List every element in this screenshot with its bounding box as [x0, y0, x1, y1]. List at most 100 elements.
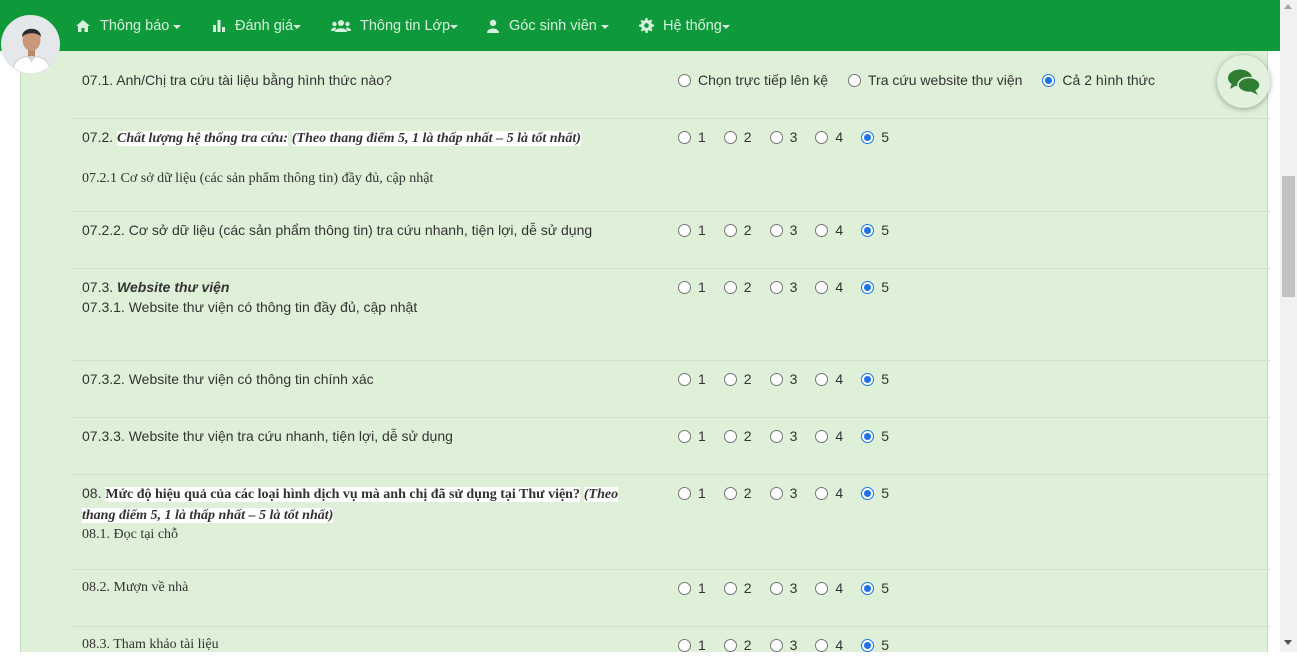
rating-radio-selected[interactable]: 5 — [861, 428, 889, 444]
question-note: (Theo thang điểm 5, 1 là thấp nhất – 5 l… — [291, 131, 581, 146]
radio-circle-icon — [678, 73, 691, 87]
nav-danh-gia[interactable]: Đánh giá — [212, 0, 302, 51]
question-row-07-2: 07.2. Chất lượng hệ thống tra cứu: (Theo… — [72, 119, 1270, 212]
radio-option-selected[interactable]: Cả 2 hình thức — [1042, 72, 1155, 88]
option-label: Tra cứu website thư viện — [868, 72, 1023, 88]
rating-radio-selected[interactable]: 5 — [861, 371, 889, 387]
radio-circle-icon — [723, 638, 737, 652]
answer-options: Chọn trực tiếp lên kệ Tra cứu website th… — [678, 70, 1167, 90]
radio-circle-icon — [815, 130, 829, 144]
rating-value-label: 1 — [698, 129, 706, 145]
avatar-photo-icon — [2, 16, 59, 73]
rating-radio[interactable]: 4 — [815, 428, 843, 444]
rating-radio[interactable]: 1 — [678, 428, 706, 444]
rating-radio[interactable]: 2 — [723, 129, 752, 145]
rating-radio[interactable]: 1 — [678, 371, 706, 387]
radio-circle-icon — [815, 638, 829, 652]
rating-value-label: 5 — [881, 428, 889, 444]
rating-options: 1 2 3 4 5 — [678, 483, 907, 503]
rating-radio[interactable]: 3 — [769, 222, 797, 238]
radio-option[interactable]: Chọn trực tiếp lên kệ — [678, 72, 828, 88]
scroll-down-arrow-icon[interactable] — [1284, 640, 1292, 645]
question-row-07-3-3: 07.3.3. Website thư viện tra cứu nhanh, … — [72, 418, 1270, 475]
chevron-down-icon — [293, 24, 302, 29]
rating-radio[interactable]: 3 — [769, 428, 797, 444]
rating-radio-selected[interactable]: 5 — [861, 222, 889, 238]
rating-radio-selected[interactable]: 5 — [861, 580, 889, 596]
rating-radio[interactable]: 2 — [723, 222, 752, 238]
nav-goc-sinh-vien[interactable]: Góc sinh viên — [486, 0, 609, 51]
radio-circle-icon — [769, 429, 783, 443]
rating-radio[interactable]: 2 — [723, 580, 752, 596]
rating-radio[interactable]: 2 — [723, 371, 752, 387]
scrollbar-thumb[interactable] — [1282, 176, 1295, 297]
rating-radio[interactable]: 1 — [678, 580, 706, 596]
rating-value-label: 2 — [743, 428, 752, 444]
radio-circle-icon — [678, 130, 691, 144]
rating-radio[interactable]: 3 — [769, 485, 797, 501]
rating-radio[interactable]: 4 — [815, 371, 843, 387]
rating-radio[interactable]: 2 — [723, 485, 752, 501]
home-icon — [76, 19, 90, 32]
rating-radio[interactable]: 2 — [723, 637, 752, 653]
rating-radio-selected[interactable]: 5 — [861, 637, 889, 653]
chat-button[interactable] — [1217, 55, 1270, 108]
radio-circle-icon — [815, 372, 829, 386]
nav-he-thong[interactable]: Hệ thống — [639, 0, 730, 51]
rating-radio[interactable]: 3 — [769, 371, 797, 387]
rating-radio-selected[interactable]: 5 — [861, 129, 889, 145]
rating-radio[interactable]: 4 — [815, 485, 843, 501]
rating-radio[interactable]: 4 — [815, 580, 843, 596]
rating-radio[interactable]: 2 — [723, 428, 752, 444]
radio-circle-icon — [723, 486, 737, 500]
rating-radio[interactable]: 3 — [769, 279, 797, 295]
question-note: thang điểm 5, 1 là thấp nhất – 5 là tốt … — [82, 508, 334, 523]
rating-value-label: 3 — [789, 129, 798, 145]
radio-circle-icon — [723, 372, 737, 386]
rating-radio[interactable]: 1 — [678, 222, 706, 238]
nav-thong-bao[interactable]: Thông báo — [75, 0, 182, 51]
radio-circle-icon — [678, 581, 691, 595]
rating-value-label: 1 — [698, 428, 706, 444]
question-row-07-3-2: 07.3.2. Website thư viện có thông tin ch… — [72, 361, 1270, 418]
question-text: 07.1. Anh/Chị tra cứu tài liệu bằng hình… — [82, 72, 392, 88]
question-row-07-2-2: 07.2.2. Cơ sở dữ liệu (các sản phẩm thôn… — [72, 212, 1270, 269]
gear-icon — [639, 18, 654, 33]
rating-radio-selected[interactable]: 5 — [861, 279, 889, 295]
rating-radio[interactable]: 3 — [769, 129, 798, 145]
user-avatar[interactable] — [1, 15, 60, 74]
question-row-07-1: 07.1. Anh/Chị tra cứu tài liệu bằng hình… — [72, 51, 1270, 119]
scroll-up-arrow-icon[interactable] — [1284, 4, 1292, 9]
question-subtext: 08.1. Đọc tại chỗ — [82, 527, 179, 542]
rating-value-label: 4 — [835, 485, 844, 501]
question-number: 08. — [82, 485, 106, 501]
rating-value-label: 3 — [789, 637, 798, 653]
rating-radio[interactable]: 4 — [815, 222, 843, 238]
rating-options: 1 2 3 4 5 — [678, 127, 907, 147]
radio-circle-icon — [723, 223, 737, 237]
rating-value-label: 2 — [743, 580, 752, 596]
page-scrollbar[interactable] — [1280, 0, 1297, 652]
rating-radio[interactable]: 3 — [769, 637, 798, 653]
rating-radio-selected[interactable]: 5 — [861, 485, 889, 501]
rating-value-label: 1 — [698, 279, 706, 295]
rating-radio[interactable]: 4 — [815, 637, 843, 653]
radio-checked-icon — [861, 280, 875, 294]
radio-checked-icon — [861, 372, 875, 386]
rating-radio[interactable]: 2 — [723, 279, 752, 295]
rating-radio[interactable]: 1 — [678, 637, 706, 653]
rating-radio[interactable]: 4 — [815, 129, 843, 145]
radio-circle-icon — [769, 280, 783, 294]
rating-value-label: 4 — [835, 637, 844, 653]
rating-radio[interactable]: 3 — [769, 580, 797, 596]
radio-option[interactable]: Tra cứu website thư viện — [848, 72, 1022, 88]
nav-label: Đánh giá — [235, 17, 294, 34]
rating-value-label: 5 — [881, 580, 889, 596]
nav-thong-tin-lop[interactable]: Thông tin Lớp — [331, 0, 459, 51]
rating-radio[interactable]: 4 — [815, 279, 843, 295]
rating-value-label: 1 — [698, 485, 706, 501]
rating-radio[interactable]: 1 — [678, 485, 706, 501]
rating-radio[interactable]: 1 — [678, 279, 706, 295]
rating-radio[interactable]: 1 — [678, 129, 706, 145]
rating-value-label: 1 — [698, 637, 706, 653]
